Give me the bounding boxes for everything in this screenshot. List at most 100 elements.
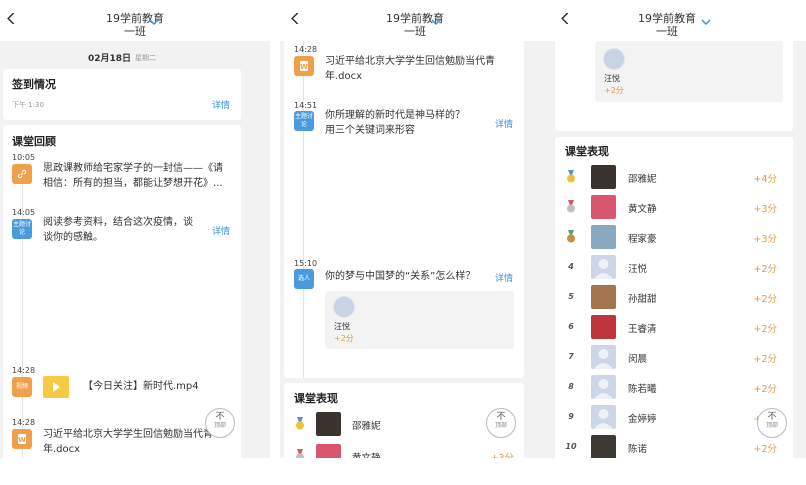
table-row[interactable]: 8 陈若曦 +2分 [555, 372, 793, 402]
avatar [591, 375, 616, 399]
header-bar: 19学前教育 一班 [280, 0, 550, 41]
discussion-tag: 主题讨论 [294, 111, 314, 131]
chevron-down-icon[interactable] [431, 19, 441, 25]
item-text-line2: 相信：所有的担当，都能让梦想开花》... [43, 178, 223, 189]
list-item[interactable]: 习近平给北京大学学生回信勉励当代青 年.docx [325, 54, 521, 84]
student-points: +3分 [753, 204, 777, 215]
header-bar: 19学前教育 一班 [550, 0, 806, 41]
date-label: 02月18日 [88, 54, 132, 64]
avatar [591, 225, 616, 249]
top-button-label: 顶部 [213, 422, 226, 429]
table-row[interactable]: 7 闵晨 +2分 [555, 342, 793, 372]
performance-title: 课堂表现 [565, 145, 609, 158]
avatar [591, 315, 616, 339]
top-button-glyph: 不 [215, 412, 225, 422]
student-name: 陈诺 [628, 444, 648, 455]
table-row[interactable]: 10 陈诺 +2分 [555, 432, 793, 458]
word-document-icon: W [294, 56, 314, 76]
panel-class-performance: 19学前教育 一班 汪悦 +2分 课堂表现 邵雅妮 +4分 黄文静 +3分 程家豪 +3分… [550, 0, 806, 458]
student-points: +2分 [334, 334, 354, 343]
rank-number: 8 [568, 382, 574, 391]
table-row[interactable]: 5 孙甜甜 +2分 [555, 282, 793, 312]
panel-class-review-scrolled: 19学前教育 一班 14:28 W 习近平给北京大学学生回信勉励当代青 年.do… [280, 0, 550, 458]
discussion-detail-link[interactable]: 详情 [212, 224, 230, 237]
table-row[interactable]: 4 汪悦 +2分 [555, 252, 793, 282]
class-review-card: 汪悦 +2分 [555, 41, 793, 131]
video-thumbnail[interactable] [43, 376, 69, 398]
student-name: 汪悦 [604, 74, 620, 83]
top-button-label: 顶部 [494, 422, 507, 429]
checkin-detail-link[interactable]: 详情 [212, 98, 230, 111]
discussion-detail-link[interactable]: 详情 [495, 117, 513, 130]
default-avatar-icon [594, 259, 613, 279]
student-points: +2分 [604, 86, 624, 95]
rank-number: 9 [568, 412, 574, 421]
header-title: 19学前教育 [106, 12, 164, 25]
table-row[interactable]: 黄文静 +3分 [284, 441, 524, 458]
svg-text:W: W [18, 436, 26, 444]
student-points: +2分 [753, 264, 777, 275]
item-time: 14:28 [294, 45, 318, 54]
item-time: 14:28 [12, 418, 36, 427]
list-item[interactable]: 思政课教师给宅家学子的一封信——《请 相信：所有的担当，都能让梦想开花》... [43, 161, 239, 191]
svg-text:W: W [300, 63, 308, 71]
video-tag: 视频 [12, 377, 32, 397]
student-name: 邵雅妮 [352, 421, 381, 432]
question-text[interactable]: 你的梦与中国梦的“关系”怎么样？ [325, 269, 491, 284]
student-points: +2分 [753, 354, 777, 365]
silver-medal-icon [567, 200, 575, 213]
avatar [591, 195, 616, 219]
student-points: +3分 [490, 450, 514, 458]
item-time: 14:51 [294, 101, 318, 110]
panel-class-review: 19学前教育 一班 02月18日 星期二 签到情况 下午 1:30 详情 课堂回… [0, 0, 270, 458]
student-name: 孙甜甜 [628, 294, 657, 305]
header-title: 19学前教育 [386, 12, 444, 25]
student-points: +2分 [753, 384, 777, 395]
list-item[interactable]: 阅读参考资料，结合这次疫情，谈 谈你的感触。 [43, 215, 209, 245]
item-time: 15:10 [294, 259, 318, 268]
scroll-to-top-button[interactable]: 不 顶部 [757, 408, 787, 438]
header-subtitle: 一班 [656, 25, 678, 38]
avatar [591, 405, 616, 429]
student-points: +4分 [753, 174, 777, 185]
table-row[interactable]: 6 王睿清 +2分 [555, 312, 793, 342]
rank-number: 5 [568, 292, 574, 301]
item-text-line1: 你所理解的新时代是神马样的？ [325, 110, 465, 121]
avatar [591, 285, 616, 309]
default-avatar-icon [594, 409, 613, 429]
item-text-line2: 年.docx [43, 444, 81, 455]
student-name: 黄文静 [352, 450, 381, 458]
chevron-down-icon[interactable] [701, 19, 711, 25]
checkin-time: 下午 1:30 [12, 101, 44, 109]
default-avatar-icon [594, 349, 613, 369]
header-title: 19学前教育 [638, 12, 696, 25]
top-button-glyph: 不 [767, 412, 777, 422]
item-text-line2: 谈你的感触。 [43, 232, 103, 243]
table-row[interactable]: 黄文静 +3分 [555, 192, 793, 222]
scroll-to-top-button[interactable]: 不 顶部 [205, 408, 235, 438]
video-title[interactable]: 【今日关注】新时代.mp4 [83, 379, 233, 394]
timeline-line [303, 41, 304, 378]
table-row[interactable]: 邵雅妮 +4分 [555, 162, 793, 192]
discussion-tag: 主题讨论 [12, 219, 32, 239]
student-points: +2分 [753, 444, 777, 455]
student-name: 黄文静 [628, 204, 657, 215]
item-text-line2: 年.docx [325, 71, 363, 82]
student-name: 汪悦 [334, 322, 350, 331]
chevron-down-icon[interactable] [149, 19, 159, 25]
list-item[interactable]: 你所理解的新时代是神马样的？ 用三个关键词来形容 [325, 108, 491, 138]
answer-card[interactable]: 汪悦 +2分 [325, 291, 514, 349]
review-title: 课堂回顾 [12, 135, 56, 148]
item-time: 14:28 [12, 366, 36, 375]
student-name: 陈若曦 [628, 384, 657, 395]
checkin-card[interactable]: 签到情况 下午 1:30 详情 [3, 69, 241, 120]
question-detail-link[interactable]: 详情 [495, 271, 513, 284]
checkin-title: 签到情况 [12, 78, 56, 91]
answer-card[interactable]: 汪悦 +2分 [595, 41, 783, 102]
student-points: +3分 [753, 234, 777, 245]
student-name: 汪悦 [628, 264, 648, 275]
default-avatar-icon [594, 379, 613, 399]
scroll-to-top-button[interactable]: 不 顶部 [486, 408, 516, 438]
table-row[interactable]: 程家豪 +3分 [555, 222, 793, 252]
class-review-card: 14:28 W 习近平给北京大学学生回信勉励当代青 年.docx 14:51 主… [284, 41, 524, 378]
